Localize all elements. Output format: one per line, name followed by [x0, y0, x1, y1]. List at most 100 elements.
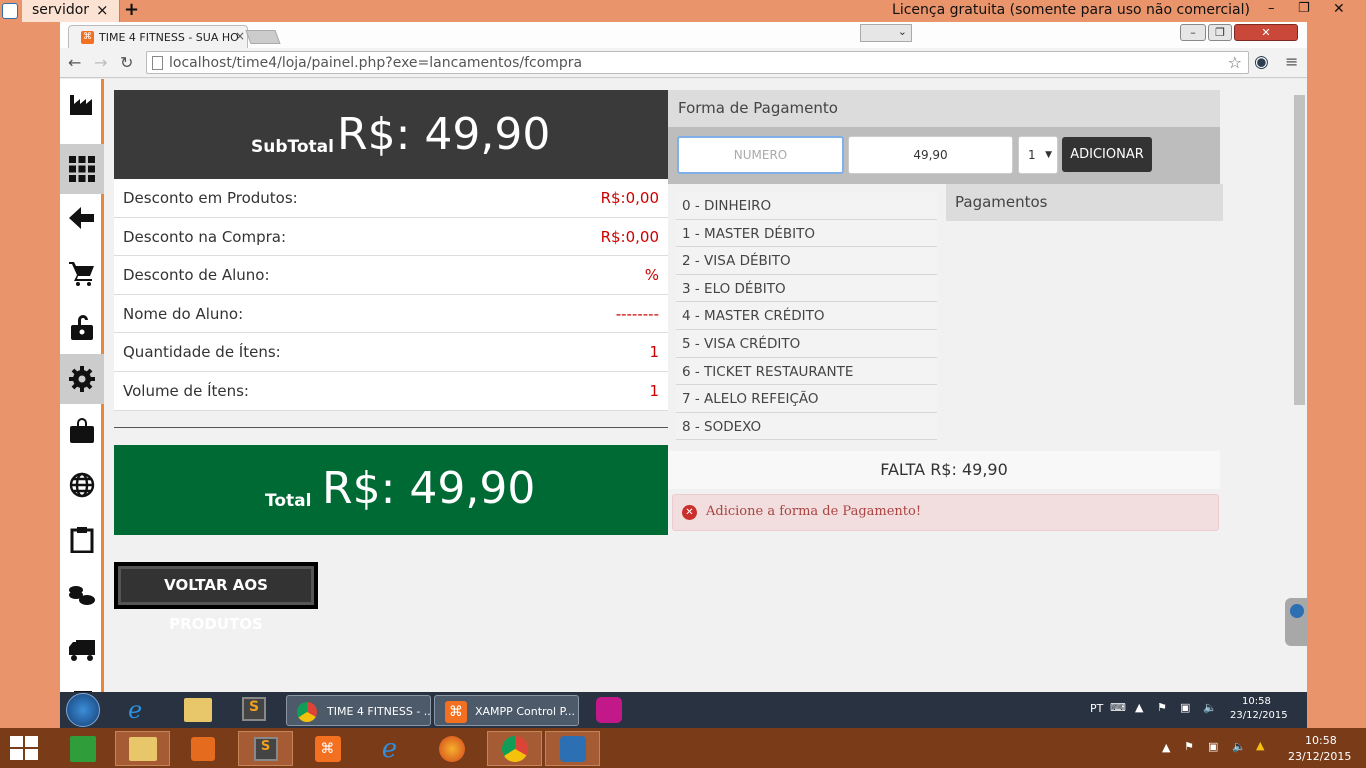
tray-chevron-icon[interactable]: ▲ — [1162, 741, 1170, 754]
payment-method-item[interactable]: 1 - MASTER DÉBITO — [676, 219, 937, 248]
media-player-icon[interactable] — [175, 731, 230, 766]
xampp-icon: ⌘ — [445, 701, 467, 723]
scrollbar-thumb[interactable] — [1294, 95, 1305, 405]
factory-icon[interactable] — [60, 79, 104, 129]
chrome-icon[interactable] — [487, 731, 542, 766]
store-icon[interactable] — [55, 731, 110, 766]
browser-tab[interactable]: ⌘ TIME 4 FITNESS - SUA HO × — [68, 25, 248, 48]
quantity-value: 1 — [1028, 148, 1036, 162]
windows-start-icon[interactable] — [10, 736, 38, 760]
bag-icon[interactable] — [60, 406, 104, 456]
payment-method-item[interactable]: 4 - MASTER CRÉDITO — [676, 302, 937, 330]
xampp-icon[interactable]: ⌘ — [300, 731, 355, 766]
xampp-favicon-icon: ⌘ — [81, 31, 94, 44]
amount-input[interactable]: 49,90 — [848, 136, 1013, 174]
cart-icon[interactable] — [60, 248, 104, 298]
teamviewer-icon[interactable] — [545, 731, 600, 766]
flag-icon[interactable]: ⚑ — [1184, 740, 1194, 753]
globe-icon[interactable] — [60, 460, 104, 510]
teamviewer-icon — [1290, 604, 1304, 618]
license-text: Licença gratuita (somente para uso não c… — [892, 2, 1250, 18]
subtotal-value: R$: 49,90 — [337, 109, 551, 160]
tab-close-icon[interactable]: × — [235, 29, 245, 43]
tray-chevron-icon[interactable]: ▲ — [1135, 701, 1143, 714]
clipboard-icon[interactable] — [60, 515, 104, 565]
minimize-icon[interactable]: – — [1268, 1, 1275, 16]
explorer-icon[interactable] — [184, 698, 212, 722]
row-value: % — [644, 266, 659, 285]
language-indicator[interactable]: PT — [1090, 702, 1103, 715]
row-label: Volume de Ítens: — [123, 381, 249, 400]
back-icon[interactable]: ← — [68, 53, 81, 72]
row-value: R$:0,00 — [600, 227, 659, 246]
coins-icon[interactable] — [60, 570, 104, 620]
payments-heading: Pagamentos — [946, 184, 1223, 221]
network-icon[interactable]: ▣ — [1180, 701, 1190, 714]
extension-icon[interactable]: ◉ — [1254, 52, 1269, 72]
address-bar[interactable]: localhost/time4/loja/painel.php?exe=lanc… — [146, 51, 1249, 74]
clock-date[interactable]: 23/12/2015 — [1230, 710, 1288, 721]
add-payment-button[interactable]: ADICIONAR — [1062, 137, 1152, 172]
table-row: Quantidade de Ítens: 1 — [114, 333, 668, 372]
alert-text: Adicione a forma de Pagamento! — [706, 504, 922, 519]
flag-icon[interactable]: ⚑ — [1157, 701, 1167, 714]
close-icon[interactable]: ✕ — [1333, 1, 1345, 17]
remote-taskbar: e S TIME 4 FITNESS - ... ⌘ XAMPP Control… — [60, 692, 1307, 728]
volume-icon[interactable]: 🔈 — [1232, 740, 1246, 753]
new-tab-button[interactable] — [245, 30, 281, 44]
gear-icon[interactable] — [60, 354, 104, 404]
total-panel: Total R$: 49,90 — [114, 445, 668, 535]
firefox-icon[interactable] — [424, 731, 479, 766]
summary-table: Desconto em Produtos: R$:0,00 Desconto na… — [114, 179, 668, 411]
clock-time[interactable]: 10:58 — [1305, 734, 1337, 747]
network-icon[interactable]: ▣ — [1208, 740, 1218, 753]
taskbar-window-chrome[interactable]: TIME 4 FITNESS - ... — [286, 695, 431, 726]
payment-method-item[interactable]: 8 - SODEXO — [676, 412, 937, 441]
payment-method-item[interactable]: 7 - ALELO REFEIÇÃO — [676, 385, 937, 413]
payment-method-item[interactable]: 2 - VISA DÉBITO — [676, 247, 937, 275]
payment-method-item[interactable]: 6 - TICKET RESTAURANTE — [676, 357, 937, 386]
volume-icon[interactable]: 🔈 — [1203, 701, 1217, 714]
drive-icon[interactable]: ▲ — [1256, 739, 1264, 752]
bookmark-star-icon[interactable]: ☆ — [1228, 53, 1242, 72]
payment-method-item[interactable]: 0 - DINHEIRO — [676, 192, 937, 220]
number-input[interactable]: NUMERO — [677, 136, 844, 174]
unlock-icon[interactable] — [60, 302, 104, 352]
browser-window: ⌘ TIME 4 FITNESS - SUA HO × ⌄ – ❐ ✕ ← → … — [60, 22, 1307, 692]
table-row: Desconto na Compra: R$:0,00 — [114, 217, 668, 257]
quantity-select[interactable]: 1 ▼ — [1018, 136, 1058, 174]
app-icon[interactable] — [596, 697, 622, 723]
ie-icon[interactable]: e — [128, 696, 142, 724]
close-session-icon[interactable]: × — [96, 1, 109, 19]
truck-icon[interactable] — [60, 625, 104, 675]
new-session-icon[interactable]: + — [124, 0, 139, 20]
restore-icon[interactable]: ❐ — [1298, 1, 1310, 16]
remaining-amount: FALTA R$: 49,90 — [668, 451, 1220, 489]
payment-heading: Forma de Pagamento — [668, 90, 1220, 127]
ie-icon[interactable]: e — [362, 731, 417, 766]
back-to-products-button[interactable]: VOLTAR AOS PRODUTOS — [114, 562, 318, 633]
window-minimize-button[interactable]: – — [1180, 24, 1206, 41]
notebook-icon[interactable] — [60, 679, 104, 692]
file-explorer-icon[interactable] — [115, 731, 170, 766]
subtotal-label: SubTotal — [251, 137, 334, 157]
forward-icon[interactable]: → — [94, 53, 107, 72]
clock-time[interactable]: 10:58 — [1242, 696, 1271, 707]
payment-method-item[interactable]: 3 - ELO DÉBITO — [676, 274, 937, 303]
window-restore-button[interactable]: ❐ — [1208, 24, 1232, 41]
back-arrow-icon[interactable] — [60, 193, 104, 243]
teamviewer-panel-handle[interactable] — [1285, 598, 1307, 646]
teamviewer-toolbar-toggle[interactable]: ⌄ — [860, 24, 912, 42]
payment-method-item[interactable]: 5 - VISA CRÉDITO — [676, 329, 937, 358]
sublime-icon[interactable]: S — [242, 697, 266, 721]
taskbar-window-xampp[interactable]: ⌘ XAMPP Control P... — [434, 695, 579, 726]
start-orb-icon[interactable] — [66, 693, 100, 727]
grid-icon[interactable] — [60, 144, 104, 194]
menu-icon[interactable]: ≡ — [1285, 52, 1298, 71]
window-close-button[interactable]: ✕ — [1234, 24, 1298, 41]
reload-icon[interactable]: ↻ — [120, 53, 133, 72]
sublime-icon[interactable]: S — [238, 731, 293, 766]
keyboard-icon[interactable]: ⌨ — [1110, 701, 1126, 714]
clock-date[interactable]: 23/12/2015 — [1288, 750, 1351, 763]
table-row: Nome do Aluno: -------- — [114, 294, 668, 334]
